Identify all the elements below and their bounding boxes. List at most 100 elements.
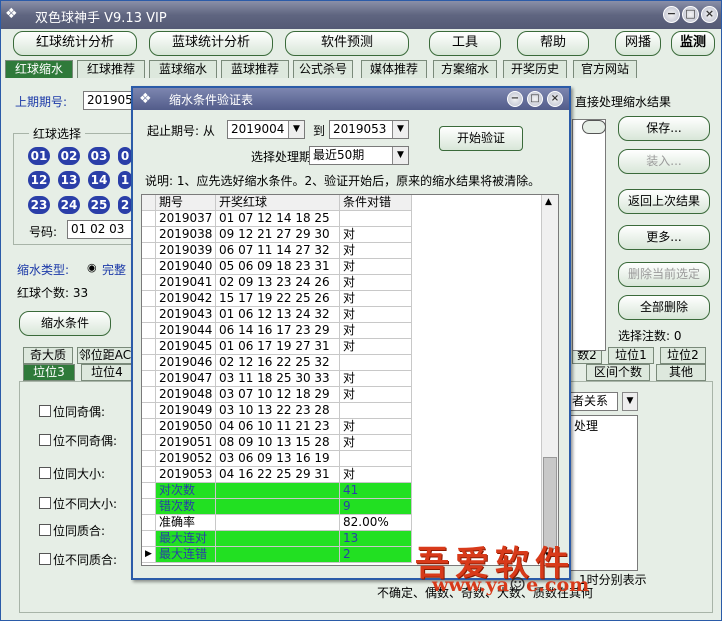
- tab-position-1[interactable]: 垃位1: [608, 347, 654, 364]
- red-ball[interactable]: 03: [88, 147, 110, 165]
- table-row[interactable]: 2019037 01 07 12 14 18 25: [142, 211, 542, 227]
- save-button[interactable]: 保存...: [618, 116, 710, 141]
- table-row[interactable]: 2019045 01 06 17 19 27 31 对: [142, 339, 542, 355]
- minimize-icon[interactable]: −: [663, 6, 680, 23]
- red-ball[interactable]: 25: [88, 196, 110, 214]
- table-row[interactable]: 2019041 02 09 13 23 24 26 对: [142, 275, 542, 291]
- red-ball[interactable]: 14: [88, 171, 110, 189]
- monitor-button[interactable]: 监测: [671, 31, 715, 56]
- balls-cell: 01 06 12 13 24 32: [216, 307, 340, 323]
- tab-other[interactable]: 其他: [656, 364, 706, 381]
- tab-odd-big-prime[interactable]: 奇大质: [23, 347, 73, 364]
- tab-official-site[interactable]: 官方网站: [573, 60, 637, 78]
- result-list[interactable]: [572, 119, 606, 351]
- table-row[interactable]: 2019048 03 07 10 12 18 29 对: [142, 387, 542, 403]
- red-ball[interactable]: 23: [28, 196, 50, 214]
- red-ball[interactable]: 24: [58, 196, 80, 214]
- grid-scrollbar[interactable]: ▲ ▼: [541, 195, 558, 565]
- table-row[interactable]: 2019052 03 06 09 13 16 19: [142, 451, 542, 467]
- stat-label: 准确率: [156, 515, 216, 531]
- number-input[interactable]: 01 02 03: [67, 220, 133, 239]
- period-cell: 2019050: [156, 419, 216, 435]
- checkbox[interactable]: [39, 467, 51, 479]
- title-bar: ❖ 双色球神手 V9.13 VIP − □ ×: [1, 1, 721, 29]
- tab-interval-count[interactable]: 区间个数: [586, 364, 650, 381]
- table-row[interactable]: 2019040 05 06 09 18 23 31 对: [142, 259, 542, 275]
- delete-selected-button[interactable]: 删除当前选定: [618, 262, 710, 287]
- checkbox[interactable]: [39, 497, 51, 509]
- periods-select[interactable]: 最近50期 ▼: [309, 146, 409, 165]
- tab-formula-kill[interactable]: 公式杀号: [293, 60, 353, 78]
- table-row[interactable]: 2019049 03 10 13 22 23 28: [142, 403, 542, 419]
- table-row[interactable]: 2019046 02 12 16 22 25 32: [142, 355, 542, 371]
- tab-plan-shrink[interactable]: 方案缩水: [433, 60, 497, 78]
- dialog-title-bar: ❖ 缩水条件验证表 − □ ×: [133, 88, 569, 110]
- scroll-up-icon[interactable]: ▲: [545, 197, 552, 207]
- table-row[interactable]: 2019042 15 17 19 22 25 26 对: [142, 291, 542, 307]
- table-row[interactable]: 2019038 09 12 21 27 29 30 对: [142, 227, 542, 243]
- chevron-down-icon[interactable]: ▼: [288, 121, 304, 138]
- to-period-select[interactable]: 2019053 ▼: [329, 120, 409, 139]
- checkbox[interactable]: [39, 434, 51, 446]
- stat-row[interactable]: 准确率 82.00%: [142, 515, 542, 531]
- tab-red-recommend[interactable]: 红球推荐: [77, 60, 145, 78]
- table-row[interactable]: 2019050 04 06 10 11 21 23 对: [142, 419, 542, 435]
- maximize-icon[interactable]: □: [527, 91, 543, 107]
- more-button[interactable]: 更多...: [618, 225, 710, 250]
- close-icon[interactable]: ×: [701, 6, 718, 23]
- blue-stats-button[interactable]: 蓝球统计分析: [149, 31, 273, 56]
- result-grid[interactable]: 期号 开奖红球 条件对错 2019037 01 07 12 14 18 25 201…: [141, 194, 559, 566]
- tab-position-4[interactable]: 垃位4: [81, 364, 133, 381]
- relation-select[interactable]: 者关系: [568, 392, 618, 411]
- table-row[interactable]: 2019051 08 09 10 13 15 28 对: [142, 435, 542, 451]
- table-row[interactable]: 2019047 03 11 18 25 30 33 对: [142, 371, 542, 387]
- tab-position-2[interactable]: 垃位2: [660, 347, 706, 364]
- tab-position-3[interactable]: 垃位3: [23, 364, 75, 381]
- red-ball[interactable]: 2: [118, 196, 132, 214]
- tools-button[interactable]: 工具: [429, 31, 501, 56]
- from-period-select[interactable]: 2019004 ▼: [227, 120, 305, 139]
- col-result: 条件对错: [340, 195, 412, 211]
- red-ball[interactable]: 0: [118, 147, 132, 165]
- delete-all-button[interactable]: 全部删除: [618, 295, 710, 320]
- help-button[interactable]: 帮助: [517, 31, 589, 56]
- broadcast-button[interactable]: 网播: [615, 31, 661, 56]
- table-row[interactable]: 2019039 06 07 11 14 27 32 对: [142, 243, 542, 259]
- process-list[interactable]: [570, 415, 638, 571]
- table-row[interactable]: 2019043 01 06 12 13 24 32 对: [142, 307, 542, 323]
- chevron-down-icon[interactable]: ▼: [622, 392, 638, 411]
- table-row[interactable]: 2019053 04 16 22 25 29 31 对: [142, 467, 542, 483]
- tab-blue-recommend[interactable]: 蓝球推荐: [221, 60, 289, 78]
- chevron-down-icon[interactable]: ▼: [392, 121, 408, 138]
- chevron-down-icon[interactable]: ▼: [392, 147, 408, 164]
- radio-icon[interactable]: ◉: [87, 261, 97, 274]
- toggle-pill[interactable]: [582, 120, 606, 134]
- checkbox[interactable]: [39, 405, 51, 417]
- red-ball[interactable]: 02: [58, 147, 80, 165]
- start-verify-button[interactable]: 开始验证: [439, 126, 523, 151]
- checkbox[interactable]: [39, 524, 51, 536]
- tab-red-shrink[interactable]: 红球缩水: [5, 60, 73, 78]
- tab-draw-history[interactable]: 开奖历史: [503, 60, 567, 78]
- tab-adjacent-ac[interactable]: 邻位距AC: [77, 347, 133, 364]
- predict-button[interactable]: 软件预测: [285, 31, 409, 56]
- load-button[interactable]: 装入...: [618, 149, 710, 174]
- stat-row[interactable]: 错次数 9: [142, 499, 542, 515]
- red-ball[interactable]: 12: [28, 171, 50, 189]
- red-ball[interactable]: 13: [58, 171, 80, 189]
- last-period-input[interactable]: 201905: [83, 91, 133, 110]
- close-icon[interactable]: ×: [547, 91, 563, 107]
- maximize-icon[interactable]: □: [682, 6, 699, 23]
- tab-blue-shrink[interactable]: 蓝球缩水: [149, 60, 217, 78]
- table-row[interactable]: 2019044 06 14 16 17 23 29 对: [142, 323, 542, 339]
- check-label: 位不同奇偶:: [53, 434, 118, 448]
- tab-media-recommend[interactable]: 媒体推荐: [361, 60, 427, 78]
- red-stats-button[interactable]: 红球统计分析: [13, 31, 137, 56]
- restore-last-button[interactable]: 返回上次结果: [618, 189, 710, 214]
- checkbox[interactable]: [39, 553, 51, 565]
- shrink-condition-button[interactable]: 缩水条件: [19, 311, 111, 336]
- stat-row[interactable]: 对次数 41: [142, 483, 542, 499]
- red-ball[interactable]: 1: [118, 171, 132, 189]
- red-ball[interactable]: 01: [28, 147, 50, 165]
- minimize-icon[interactable]: −: [507, 91, 523, 107]
